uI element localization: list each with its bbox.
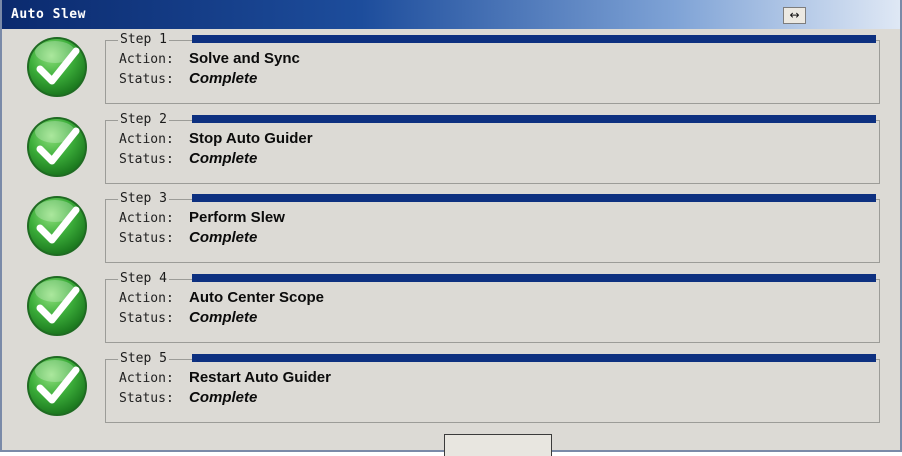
status-value: Complete (189, 150, 258, 167)
step-group: Step 5 Action: Restart Auto Guider Statu… (105, 352, 880, 423)
step-4: Step 4 Action: Auto Center Scope Status:… (2, 271, 900, 351)
progress-bar (192, 115, 876, 123)
status-label: Status: (119, 72, 174, 87)
step-label: Step 3 (118, 191, 169, 206)
step-1: Step 1 Action: Solve and Sync Status: Co… (2, 32, 900, 112)
progress-fill (192, 354, 876, 362)
status-value: Complete (189, 70, 258, 87)
status-label: Status: (119, 391, 174, 406)
status-value: Complete (189, 309, 258, 326)
step-5: Step 5 Action: Restart Auto Guider Statu… (2, 351, 900, 431)
progress-fill (192, 115, 876, 123)
step-group: Step 1 Action: Solve and Sync Status: Co… (105, 33, 880, 104)
step-3: Step 3 Action: Perform Slew Status: Comp… (2, 191, 900, 271)
action-value: Stop Auto Guider (189, 130, 313, 147)
step-group: Step 2 Action: Stop Auto Guider Status: … (105, 113, 880, 184)
checkmark-icon (27, 37, 87, 97)
progress-fill (192, 35, 876, 43)
progress-bar (192, 274, 876, 282)
action-label: Action: (119, 291, 174, 306)
step-label: Step 1 (118, 32, 169, 47)
step-label: Step 5 (118, 351, 169, 366)
action-value: Restart Auto Guider (189, 369, 331, 386)
progress-bar (192, 194, 876, 202)
status-label: Status: (119, 152, 174, 167)
progress-fill (192, 274, 876, 282)
action-value: Perform Slew (189, 209, 285, 226)
step-2: Step 2 Action: Stop Auto Guider Status: … (2, 112, 900, 192)
title-bar[interactable]: Auto Slew ↔ (2, 0, 900, 29)
step-label: Step 2 (118, 112, 169, 127)
status-value: Complete (189, 229, 258, 246)
action-value: Auto Center Scope (189, 289, 325, 306)
status-label: Status: (119, 231, 174, 246)
progress-bar (192, 354, 876, 362)
progress-fill (192, 194, 876, 202)
checkmark-icon (27, 117, 87, 177)
checkmark-icon (27, 196, 87, 256)
checkmark-icon (27, 356, 87, 416)
progress-bar (192, 35, 876, 43)
window-title: Auto Slew (11, 7, 86, 22)
status-value: Complete (189, 389, 258, 406)
auto-slew-window: Auto Slew ↔ Step 1 Action: Solve and Syn… (0, 0, 902, 456)
action-label: Action: (119, 132, 174, 147)
step-group: Step 3 Action: Perform Slew Status: Comp… (105, 192, 880, 263)
resize-horizontal-icon[interactable]: ↔ (783, 7, 806, 24)
step-group: Step 4 Action: Auto Center Scope Status:… (105, 272, 880, 343)
step-label: Step 4 (118, 271, 169, 286)
status-label: Status: (119, 311, 174, 326)
action-label: Action: (119, 371, 174, 386)
action-value: Solve and Sync (189, 50, 300, 67)
dialog-button[interactable] (444, 434, 552, 456)
action-label: Action: (119, 52, 174, 67)
action-label: Action: (119, 211, 174, 226)
checkmark-icon (27, 276, 87, 336)
